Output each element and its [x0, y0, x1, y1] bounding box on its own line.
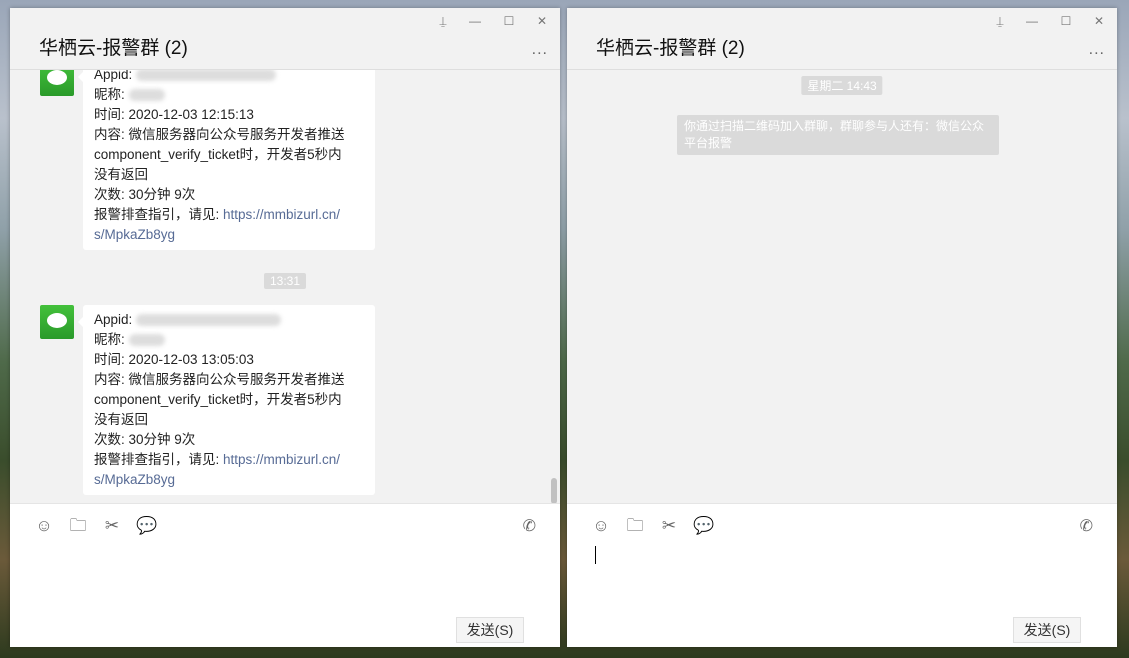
- time-separator: 13:31: [263, 273, 307, 289]
- guide-label: 报警排查指引，请见:: [94, 207, 224, 222]
- input-area[interactable]: ☺ 🗀 ✂ 💬 ✆ 发送(S): [567, 503, 1117, 647]
- guide-label: 报警排查指引，请见:: [94, 452, 224, 467]
- call-icon[interactable]: ✆: [523, 516, 536, 536]
- chat-header: ⍊ — ☐ ✕ 华栖云-报警群 (2) ...: [10, 8, 560, 70]
- text-cursor: [595, 546, 596, 564]
- content-line: 没有返回: [94, 167, 148, 182]
- chat-window-right: ⍊ — ☐ ✕ 华栖云-报警群 (2) ... 星期二 14:43 你通过扫描二…: [567, 8, 1117, 647]
- message-list[interactable]: 星期二 14:43 你通过扫描二维码加入群聊，群聊参与人还有：微信公众平台报警: [567, 70, 1117, 503]
- content-line: 内容: 微信服务器向公众号服务开发者推送: [94, 127, 345, 142]
- redacted: [136, 314, 282, 327]
- content-line: component_verify_ticket时，开发者5秒内: [94, 147, 342, 162]
- send-button[interactable]: 发送(S): [1013, 617, 1081, 643]
- message-list[interactable]: Appid: 昵称: 时间: 2020-12-03 12:15:13 内容: 微…: [10, 70, 560, 503]
- count-line: 次数: 30分钟 9次: [94, 187, 196, 202]
- time-separator: 星期二 14:43: [801, 76, 883, 95]
- minimize-button[interactable]: —: [1025, 14, 1039, 28]
- avatar[interactable]: [40, 305, 74, 339]
- scissors-icon[interactable]: ✂: [102, 516, 122, 536]
- chat-title: 华栖云-报警群 (2): [39, 38, 188, 59]
- redacted: [128, 89, 165, 102]
- folder-icon[interactable]: 🗀: [68, 516, 88, 536]
- avatar[interactable]: [40, 70, 74, 96]
- pin-icon[interactable]: ⍊: [993, 14, 1007, 29]
- redacted: [136, 70, 277, 82]
- scissors-icon[interactable]: ✂: [659, 516, 679, 536]
- close-button[interactable]: ✕: [1092, 14, 1106, 28]
- appid-label: Appid:: [94, 312, 133, 327]
- content-line: component_verify_ticket时，开发者5秒内: [94, 392, 342, 407]
- appid-label: Appid:: [94, 70, 133, 82]
- more-options-button[interactable]: ...: [1089, 41, 1105, 59]
- send-button[interactable]: 发送(S): [456, 617, 524, 643]
- close-button[interactable]: ✕: [535, 14, 549, 28]
- emoji-icon[interactable]: ☺: [591, 516, 611, 536]
- time-line: 时间: 2020-12-03 13:05:03: [94, 352, 254, 367]
- content-line: 没有返回: [94, 412, 148, 427]
- emoji-icon[interactable]: ☺: [34, 516, 54, 536]
- guide-link[interactable]: https://mmbizurl.cn/: [223, 207, 340, 222]
- input-area[interactable]: ☺ 🗀 ✂ 💬 ✆ 发送(S): [10, 503, 560, 647]
- content-line: 内容: 微信服务器向公众号服务开发者推送: [94, 372, 345, 387]
- redacted: [128, 334, 165, 347]
- guide-link[interactable]: s/MpkaZb8yg: [94, 225, 364, 245]
- count-line: 次数: 30分钟 9次: [94, 432, 196, 447]
- chat-title: 华栖云-报警群 (2): [596, 38, 745, 59]
- guide-link[interactable]: s/MpkaZb8yg: [94, 470, 364, 490]
- guide-link[interactable]: https://mmbizurl.cn/: [223, 452, 340, 467]
- chat-header: ⍊ — ☐ ✕ 华栖云-报警群 (2) ...: [567, 8, 1117, 70]
- message-bubble[interactable]: Appid: 昵称: 时间: 2020-12-03 12:15:13 内容: 微…: [78, 70, 375, 250]
- chat-history-icon[interactable]: 💬: [693, 516, 714, 536]
- chat-window-left: ⍊ — ☐ ✕ 华栖云-报警群 (2) ... Appid: 昵称: 时间: 2…: [10, 8, 560, 647]
- chat-history-icon[interactable]: 💬: [136, 516, 157, 536]
- call-icon[interactable]: ✆: [1080, 516, 1093, 536]
- maximize-button[interactable]: ☐: [502, 14, 516, 28]
- time-line: 时间: 2020-12-03 12:15:13: [94, 107, 254, 122]
- pin-icon[interactable]: ⍊: [436, 14, 450, 29]
- more-options-button[interactable]: ...: [532, 41, 548, 59]
- nick-label: 昵称:: [94, 87, 125, 102]
- nick-label: 昵称:: [94, 332, 125, 347]
- system-message: 你通过扫描二维码加入群聊，群聊参与人还有：微信公众平台报警: [677, 115, 999, 155]
- scrollbar-thumb[interactable]: [551, 478, 557, 503]
- maximize-button[interactable]: ☐: [1059, 14, 1073, 28]
- minimize-button[interactable]: —: [468, 14, 482, 28]
- folder-icon[interactable]: 🗀: [625, 516, 645, 536]
- message-bubble[interactable]: Appid: 昵称: 时间: 2020-12-03 13:05:03 内容: 微…: [78, 305, 375, 495]
